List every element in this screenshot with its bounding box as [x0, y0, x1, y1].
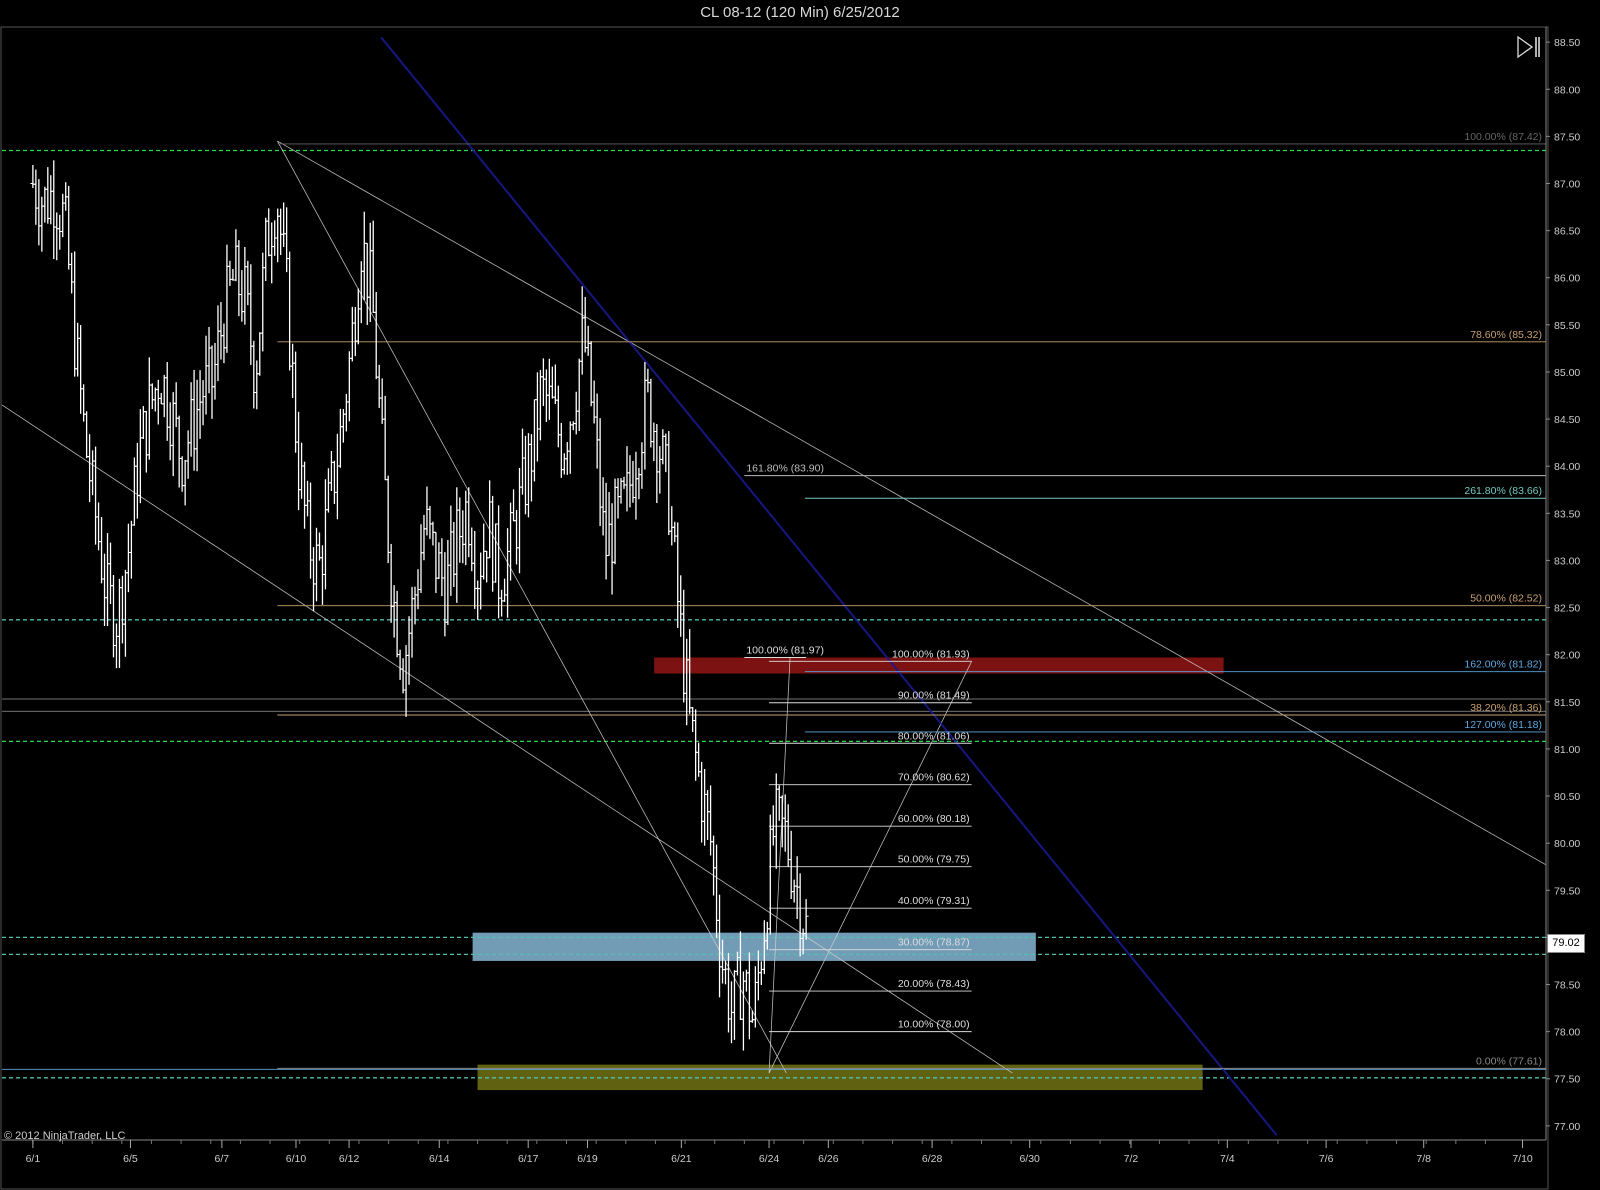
time-tick-label: 6/12 [339, 1153, 360, 1165]
time-tick-label: 7/8 [1416, 1153, 1431, 1165]
price-tick-label: 85.00 [1554, 367, 1580, 379]
time-tick-label: 6/14 [429, 1153, 450, 1165]
time-tick-label: 6/17 [518, 1153, 539, 1165]
fib-level-label: 0.00% (77.61) [1476, 1055, 1542, 1067]
trendline [380, 36, 1278, 1136]
fib-level-label: 78.60% (85.32) [1470, 329, 1542, 341]
time-tick-label: 6/26 [818, 1153, 839, 1165]
time-tick-label: 7/2 [1124, 1153, 1139, 1165]
time-tick-label: 6/5 [123, 1153, 138, 1165]
fib-level-label: 261.80% (83.66) [1464, 485, 1542, 497]
price-tick-label: 86.50 [1554, 226, 1580, 238]
skip-to-end-icon [1517, 35, 1540, 59]
price-tick-label: 79.50 [1554, 885, 1580, 897]
fib-level-label: 60.00% (80.18) [898, 813, 970, 825]
time-tick-label: 7/6 [1319, 1153, 1334, 1165]
price-tick-label: 81.50 [1554, 697, 1580, 709]
fib-level-label: 40.00% (79.31) [898, 895, 970, 907]
price-chart[interactable]: 100.00% (87.42) 78.60% (85.32) 261.80% (83… [0, 0, 1600, 1190]
trendlines-layer [1, 36, 1547, 1136]
price-tick-label: 82.50 [1554, 603, 1580, 615]
price-tick-label: 83.50 [1554, 508, 1580, 520]
price-tick-label: 83.00 [1554, 555, 1580, 567]
fib-level-label: 20.00% (78.43) [898, 978, 970, 990]
price-tick-label: 80.00 [1554, 838, 1580, 850]
fib-level-label: 50.00% (79.75) [898, 854, 970, 866]
price-tick-label: 88.50 [1554, 37, 1580, 49]
price-tick-label: 87.50 [1554, 131, 1580, 143]
time-tick-label: 6/30 [1019, 1153, 1040, 1165]
time-tick-label: 6/28 [922, 1153, 943, 1165]
time-tick-label: 6/1 [26, 1153, 41, 1165]
fib-level-label: 100.00% (81.93) [892, 648, 970, 660]
fib-level-label: 50.00% (82.52) [1470, 593, 1542, 605]
fib-level-label: 100.00% (87.42) [1464, 131, 1542, 143]
fib-level-label: 127.00% (81.18) [1464, 719, 1542, 731]
fib-level-label: 38.20% (81.36) [1470, 702, 1542, 714]
fib-level-label: 10.00% (78.00) [898, 1019, 970, 1031]
price-tick-label: 80.50 [1554, 791, 1580, 803]
trendline [768, 657, 791, 1074]
time-tick-label: 6/19 [577, 1153, 598, 1165]
fib-level-label: 162.00% (81.82) [1464, 659, 1542, 671]
price-tick-label: 88.00 [1554, 84, 1580, 96]
time-tick-label: 6/24 [759, 1153, 780, 1165]
time-tick-label: 6/21 [671, 1153, 692, 1165]
fib-level-label: 90.00% (81.49) [898, 690, 970, 702]
price-tick-label: 84.00 [1554, 461, 1580, 473]
time-tick-label: 7/10 [1512, 1153, 1533, 1165]
last-price-tag: 79.02 [1547, 934, 1585, 953]
time-tick-label: 6/7 [215, 1153, 230, 1165]
price-tick-label: 86.00 [1554, 273, 1580, 285]
price-tick-label: 84.50 [1554, 414, 1580, 426]
price-tick-label: 81.00 [1554, 744, 1580, 756]
time-axis: 6/1 6/5 6/7 6/10 6/12 6/14 6/17 6/19 6/21 6/24 6/2… [2, 1139, 1546, 1165]
fib-level-label: 161.80% (83.90) [746, 463, 824, 475]
price-tick-label: 82.00 [1554, 650, 1580, 662]
trendline [1, 404, 1013, 1074]
price-axis: 77.0077.5078.0078.5079.0079.5080.0080.50… [1545, 27, 1580, 1140]
price-tick-label: 78.50 [1554, 980, 1580, 992]
fib-level-label: 30.00% (78.87) [898, 937, 970, 949]
price-tick-label: 78.00 [1554, 1027, 1580, 1039]
time-tick-label: 6/10 [286, 1153, 307, 1165]
zones-layer [472, 657, 1224, 1091]
time-tick-label: 7/4 [1220, 1153, 1235, 1165]
skip-to-end-button[interactable] [1514, 34, 1542, 60]
trendline [277, 140, 1547, 866]
fib-levels-layer: 100.00% (87.42) 78.60% (85.32) 261.80% (83… [277, 131, 1546, 1069]
price-tick-label: 87.00 [1554, 178, 1580, 190]
fib-level-label: 70.00% (80.62) [898, 772, 970, 784]
fib-level-label: 100.00% (81.97) [746, 645, 824, 657]
price-tick-label: 85.50 [1554, 320, 1580, 332]
price-tick-label: 77.00 [1554, 1121, 1580, 1133]
fib-level-label: 80.00% (81.06) [898, 730, 970, 742]
chart-frame [0, 26, 1549, 1190]
copyright-notice: © 2012 NinjaTrader, LLC [4, 1130, 126, 1142]
price-tick-label: 77.50 [1554, 1074, 1580, 1086]
